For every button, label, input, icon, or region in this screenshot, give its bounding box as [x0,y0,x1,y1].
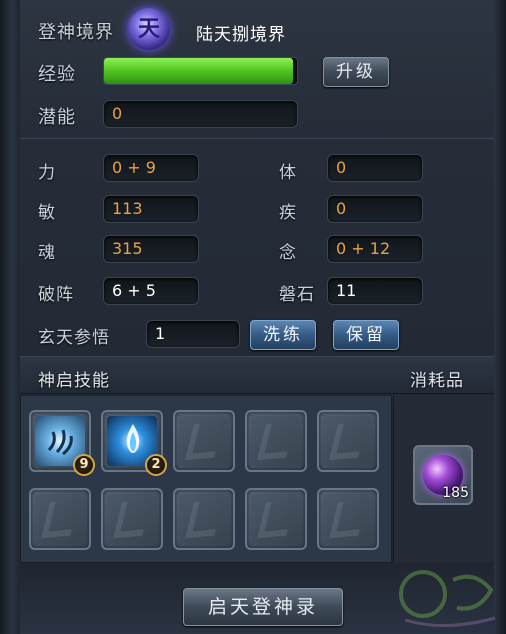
qitian-dengshen-record-button[interactable]: 启天登神录 [183,588,343,626]
stat-label-penetration: 破阵 [38,285,74,305]
consumables-header: 消耗品 [410,371,464,391]
stat-label-strength: 力 [38,163,56,183]
frame-left-border [0,0,20,634]
realm-name: 陆天捌境界 [196,25,286,45]
skills-header: 神启技能 [38,371,110,391]
stat-value-constitution: 0 [327,154,423,182]
keep-button[interactable]: 保留 [333,320,399,350]
frame-right-border [494,0,506,634]
skill-slot-empty[interactable] [101,488,163,550]
experience-label: 经验 [38,64,76,85]
consumable-slot[interactable]: 185 [413,445,473,505]
skill-slot-empty[interactable] [173,488,235,550]
blue-flame-skill-icon [126,424,140,453]
stat-label-speed: 疾 [279,203,297,223]
stat-value-soul: 315 [103,235,199,263]
upgrade-button[interactable]: 升级 [323,57,389,87]
stat-label-agility: 敏 [38,203,56,223]
stat-value-strength: 0 + 9 [103,154,199,182]
xuantian-label: 玄天参悟 [38,328,110,348]
wind-claw-skill-icon [47,429,73,456]
experience-bar-fill [104,58,294,84]
skill-slot-empty[interactable] [29,488,91,550]
skill-level-badge: 2 [145,454,167,476]
consumable-count: 185 [442,485,469,501]
skill-slot-empty[interactable] [245,488,307,550]
stat-value-mind: 0 + 12 [327,235,423,263]
potential-value: 0 [103,100,298,128]
xuantian-value: 1 [146,320,240,348]
stat-value-speed: 0 [327,195,423,223]
watermark-logo-icon [399,570,496,627]
stat-label-mind: 念 [279,243,297,263]
skill-slot[interactable]: 2 [101,410,167,476]
skill-slot-empty[interactable] [317,488,379,550]
stat-label-rock: 磐石 [279,285,315,305]
stat-label-soul: 魂 [38,243,56,263]
skill-slot-empty[interactable] [317,410,379,472]
stat-value-rock: 11 [327,277,423,305]
stat-value-penetration: 6 + 5 [103,277,199,305]
stat-value-agility: 113 [103,195,199,223]
skill-slot-empty[interactable] [173,410,235,472]
skill-slot[interactable]: 9 [29,410,95,476]
realm-label: 登神境界 [38,22,114,43]
experience-bar [103,57,298,85]
realm-badge-icon: 天 [128,8,170,50]
potential-label: 潜能 [38,107,76,128]
skill-slot-empty[interactable] [245,410,307,472]
skill-level-badge: 9 [73,454,95,476]
refine-button[interactable]: 洗练 [250,320,316,350]
stat-label-constitution: 体 [279,163,297,183]
